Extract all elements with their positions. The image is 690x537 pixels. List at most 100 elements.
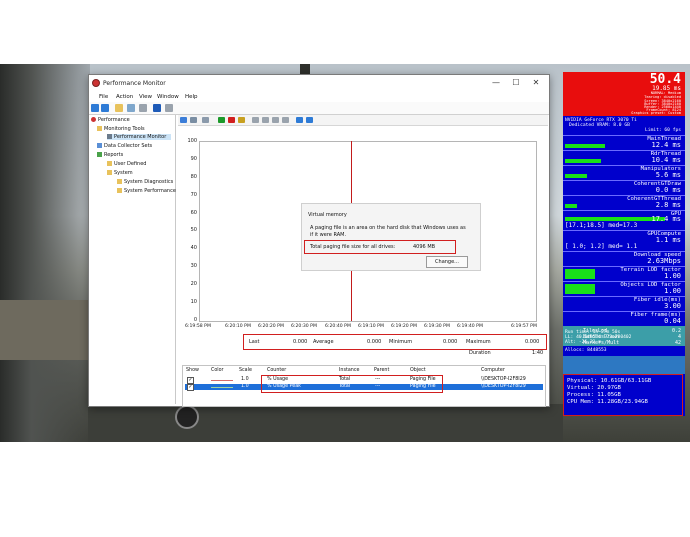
menu-help[interactable]: Help [185, 94, 198, 100]
show-checkbox[interactable]: ✓ [187, 384, 194, 391]
last-label: Last [249, 339, 260, 345]
tree-item-performance-monitor[interactable]: Performance Monitor [107, 134, 171, 140]
tree-item-monitoring-tools[interactable]: Monitoring Tools [97, 126, 145, 132]
duration-value: 1:40 [532, 350, 544, 356]
y-tick: 90 [190, 156, 197, 162]
copy-properties-icon[interactable] [252, 117, 259, 123]
folder-icon [117, 188, 122, 193]
minimize-button[interactable]: — [489, 77, 503, 89]
freeze-display-icon[interactable] [296, 117, 303, 123]
terrain-lod-bar [565, 269, 595, 279]
legend-scale: 1.0 [241, 384, 249, 389]
title-bar[interactable]: Performance Monitor — ☐ ✕ [89, 75, 549, 92]
maximum-label: Maximum [466, 339, 491, 345]
close-button[interactable]: ✕ [529, 77, 543, 89]
update-data-icon[interactable] [306, 117, 313, 123]
zoom-icon[interactable] [282, 117, 289, 123]
fps-header: 50.4 19.85 ms NORMAL: Medium Tearing: di… [563, 72, 685, 116]
change-button[interactable]: Change... [426, 256, 468, 268]
counter-legend: Show Color Scale Counter Instance Parent… [182, 365, 546, 407]
x-tick: 6:20:30 PM [291, 324, 317, 329]
folder-icon[interactable] [115, 104, 123, 112]
folder-icon [117, 179, 122, 184]
main-toolbar [89, 102, 549, 115]
y-tick: 50 [190, 227, 197, 233]
window-title: Performance Monitor [103, 80, 166, 87]
gpu-compute-range: [ 1.0; 1.2] med= 1.1 [565, 243, 638, 250]
duration-label: Duration [469, 350, 491, 356]
add-counter-icon[interactable] [218, 117, 225, 123]
metric-value: 10.4 ms [651, 156, 681, 164]
markers-value: 42 [674, 340, 681, 346]
fiber-frame-value: 0.04 [664, 317, 681, 325]
folder-icon [107, 161, 112, 166]
download-value: 2.63Mbps [647, 257, 681, 265]
manipulators-bar [565, 174, 587, 178]
fps-limit: Limit: 60 fps [645, 128, 681, 133]
forward-icon[interactable] [101, 104, 109, 112]
objects-lod-bar [565, 284, 595, 294]
col-color[interactable]: Color [211, 368, 224, 373]
view-log-data-icon[interactable] [202, 117, 209, 123]
col-instance[interactable]: Instance [339, 368, 359, 373]
col-scale[interactable]: Scale [239, 368, 252, 373]
tree-item-performance[interactable]: Performance [91, 117, 130, 123]
stream-panel [563, 356, 685, 374]
view-graph-icon[interactable] [180, 117, 187, 123]
cpu-memory: CPU Mem: 11.28GB/23.94GB [567, 399, 648, 405]
console-tree-icon[interactable] [127, 104, 135, 112]
menu-window[interactable]: Window [157, 94, 179, 100]
folder-icon [97, 126, 102, 131]
show-hide-icon[interactable] [165, 104, 173, 112]
col-counter[interactable]: Counter [267, 368, 286, 373]
cockpit-frame [0, 64, 90, 442]
menu-action[interactable]: Action [116, 94, 133, 100]
help-icon[interactable] [153, 104, 161, 112]
x-tick: 6:19:10 PM [358, 324, 384, 329]
tree-item-system[interactable]: System [107, 170, 133, 176]
gpu-vram: Dedicated VRAM: 8.0 GB [569, 123, 630, 128]
legend-computer: \\DESKTOP-I2F8I29 [481, 377, 526, 382]
tree-item-system-performance[interactable]: System Performance [117, 188, 176, 194]
maximize-button[interactable]: ☐ [509, 77, 523, 89]
delete-counter-icon[interactable] [228, 117, 235, 123]
tree-label: Reports [104, 152, 124, 158]
x-tick: 6:20:40 PM [325, 324, 351, 329]
y-tick: 30 [190, 263, 197, 269]
tree-root-label: Performance [98, 117, 130, 123]
average-label: Average [313, 339, 334, 345]
console-tree: Performance Monitoring Tools Performance… [89, 115, 176, 404]
properties-icon[interactable] [139, 104, 147, 112]
col-computer[interactable]: Computer [481, 368, 505, 373]
menu-file[interactable]: File [99, 94, 108, 100]
tree-item-reports[interactable]: Reports [97, 152, 123, 158]
metric-value: 0.0 ms [655, 186, 681, 194]
y-tick: 20 [190, 281, 197, 287]
x-tick: 6:20:10 PM [225, 324, 251, 329]
col-object[interactable]: Object [410, 368, 426, 373]
series-color-swatch [211, 387, 233, 388]
properties-icon[interactable] [272, 117, 279, 123]
col-parent[interactable]: Parent [374, 368, 389, 373]
vm-description-line1: A paging file is an area on the hard dis… [310, 225, 466, 231]
gpu-compute-value: 1.1 ms [655, 236, 681, 244]
metric-value: 12.4 ms [651, 141, 681, 149]
x-tick: 6:19:57 PM [511, 324, 537, 329]
tree-label: System [114, 170, 133, 176]
x-tick: 6:19:20 PM [391, 324, 417, 329]
tree-item-system-diagnostics[interactable]: System Diagnostics [117, 179, 173, 185]
col-show[interactable]: Show [186, 368, 199, 373]
change-graph-type-icon[interactable] [190, 117, 197, 123]
tree-label: Monitoring Tools [104, 126, 145, 132]
y-tick: 80 [190, 174, 197, 180]
highlight-icon[interactable] [238, 117, 245, 123]
render-thread-bar [565, 159, 601, 163]
show-checkbox[interactable]: ✓ [187, 377, 194, 384]
physical-memory: Physical: 10.61GB/63.11GB [567, 378, 652, 384]
tree-item-data-collector-sets[interactable]: Data Collector Sets [97, 143, 152, 149]
back-icon[interactable] [91, 104, 99, 112]
tree-item-user-defined[interactable]: User Defined [107, 161, 146, 167]
menu-view[interactable]: View [139, 94, 152, 100]
y-tick: 0 [193, 317, 197, 323]
paste-counter-icon[interactable] [262, 117, 269, 123]
